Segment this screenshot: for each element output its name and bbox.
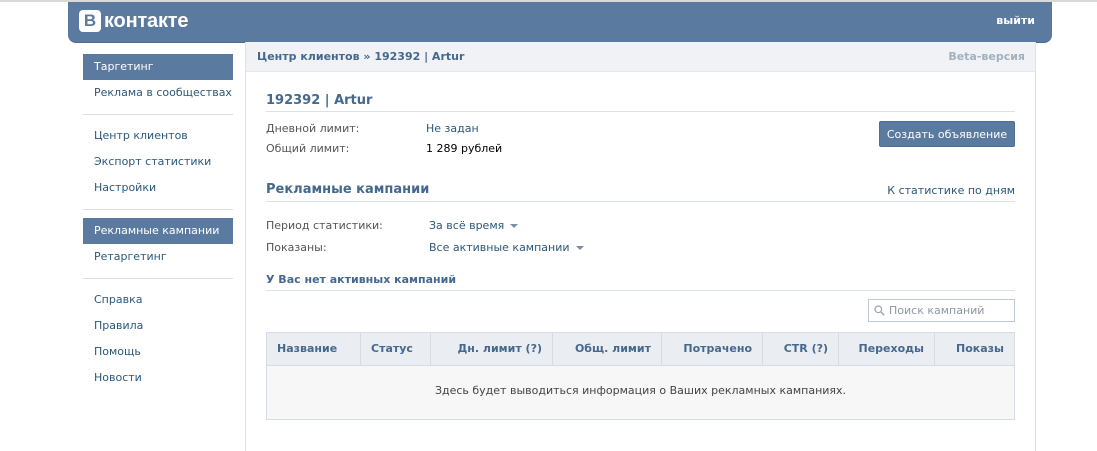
sidebar-divider [83,209,233,210]
period-dropdown[interactable]: За всё время [429,219,519,232]
sidebar: Таргетинг Реклама в сообществах Центр кл… [83,54,233,391]
chevron-down-icon [575,246,584,250]
logout-link[interactable]: выйти [996,14,1035,27]
sidebar-item-client-center[interactable]: Центр клиентов [83,123,233,149]
logo[interactable]: В контакте [79,9,188,33]
breadcrumb-separator: » [363,50,371,63]
total-limit-label: Общий лимит: [266,142,350,155]
column-clicks[interactable]: Переходы [839,333,935,365]
header-bar: В контакте выйти [68,2,1052,43]
column-spent[interactable]: Потрачено [662,333,763,365]
sidebar-divider [83,114,233,115]
beta-label: Beta-версия [948,50,1025,63]
main-panel: Центр клиентов » 192392 | Artur Beta-вер… [245,42,1036,451]
shown-value: Все активные кампании [429,241,570,254]
chevron-down-icon [510,224,519,228]
sidebar-item-export-stats[interactable]: Экспорт статистики [83,149,233,175]
period-label: Период статистики: [266,219,383,232]
sidebar-item-community-ads[interactable]: Реклама в сообществах [83,80,233,106]
sidebar-item-settings[interactable]: Настройки [83,175,233,201]
column-name[interactable]: Название [267,333,361,365]
breadcrumb-bar: Центр клиентов » 192392 | Artur Beta-вер… [246,42,1035,72]
campaigns-table: Название Статус Дн. лимит (?) Общ. лимит… [266,332,1015,420]
no-active-campaigns-heading: У Вас нет активных кампаний [266,273,1015,291]
table-header: Название Статус Дн. лимит (?) Общ. лимит… [267,333,1014,366]
vk-logo-icon: В [79,10,101,32]
column-ctr[interactable]: CTR (?) [763,333,839,365]
breadcrumb: Центр клиентов » 192392 | Artur [257,50,464,63]
empty-table-message: Здесь будет выводиться информация о Ваши… [434,384,847,397]
daily-limit-value[interactable]: Не задан [426,122,479,135]
search-icon [874,305,885,316]
account-title: 192392 | Artur [266,93,1015,112]
column-total-limit[interactable]: Общ. лимит [553,333,662,365]
campaign-search[interactable] [868,299,1015,322]
column-impressions[interactable]: Показы [935,333,1014,365]
sidebar-item-retargeting[interactable]: Ретаргетинг [83,244,233,270]
sidebar-item-support[interactable]: Помощь [83,339,233,365]
daily-stats-link[interactable]: К статистике по дням [887,184,1015,197]
sidebar-item-ad-campaigns[interactable]: Рекламные кампании [83,218,233,244]
sidebar-item-news[interactable]: Новости [83,365,233,391]
logo-text: контакте [104,9,189,32]
sidebar-item-help[interactable]: Справка [83,287,233,313]
shown-label: Показаны: [266,241,327,254]
campaigns-heading: Рекламные кампании К статистике по дням [266,182,1015,202]
shown-dropdown[interactable]: Все активные кампании [429,241,584,254]
create-ad-button[interactable]: Создать объявление [879,121,1015,147]
daily-limit-label: Дневной лимит: [266,122,360,135]
sidebar-divider [83,278,233,279]
sidebar-item-rules[interactable]: Правила [83,313,233,339]
total-limit-value: 1 289 рублей [426,142,503,155]
period-value: За всё время [429,219,505,232]
column-status[interactable]: Статус [361,333,431,365]
breadcrumb-current: 192392 | Artur [374,50,465,63]
breadcrumb-root-link[interactable]: Центр клиентов [257,50,360,63]
column-daily-limit[interactable]: Дн. лимит (?) [431,333,553,365]
search-input[interactable] [889,302,1011,319]
sidebar-item-targeting[interactable]: Таргетинг [83,54,233,80]
campaigns-title: Рекламные кампании [266,182,430,197]
